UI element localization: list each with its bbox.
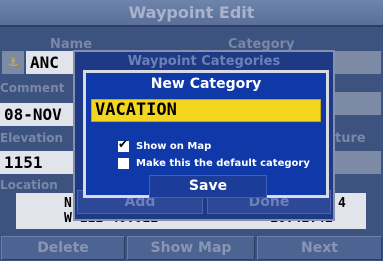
elevation-field[interactable]: 1151 (0, 151, 74, 174)
show-map-button[interactable]: Show Map (127, 236, 255, 260)
temperature-label: ture (335, 131, 366, 146)
waypoint-categories-title: Waypoint Categories (127, 54, 281, 69)
elevation-label: Elevation (0, 131, 64, 145)
location-right-top: 4 (338, 196, 346, 211)
next-button[interactable]: Next (257, 236, 382, 260)
category-field[interactable] (335, 51, 381, 74)
temperature-field[interactable] (335, 151, 381, 174)
default-category-option[interactable]: Make this the default category (118, 153, 310, 169)
waypoint-edit-screen: Waypoint Edit Name Category ⚓ ANC Commen… (0, 0, 383, 261)
waypoint-name-field[interactable]: ANC (26, 51, 74, 74)
default-category-label: Make this the default category (136, 158, 310, 169)
location-latitude: N (64, 196, 72, 211)
page-title: Waypoint Edit (0, 0, 383, 27)
comment-right-field (335, 92, 381, 115)
show-on-map-option[interactable]: ✔ Show on Map (118, 136, 211, 152)
show-on-map-checkbox[interactable]: ✔ (118, 137, 129, 152)
comment-field[interactable]: 08-NOV (0, 103, 74, 126)
new-category-title: New Category (150, 76, 262, 92)
category-name-input[interactable]: VACATION (91, 99, 321, 122)
new-category-dialog: New Category VACATION ✔ Show on Map Make … (83, 70, 329, 198)
default-category-checkbox[interactable] (118, 158, 129, 169)
show-on-map-label: Show on Map (136, 141, 212, 152)
comment-label: Comment (0, 81, 65, 95)
delete-button[interactable]: Delete (1, 236, 125, 260)
save-button[interactable]: Save (149, 175, 267, 198)
anchor-icon: ⚓ (8, 54, 18, 70)
symbol-button[interactable]: ⚓ (2, 51, 24, 74)
location-label: Location (0, 178, 58, 192)
checkmark-icon: ✔ (118, 137, 129, 151)
